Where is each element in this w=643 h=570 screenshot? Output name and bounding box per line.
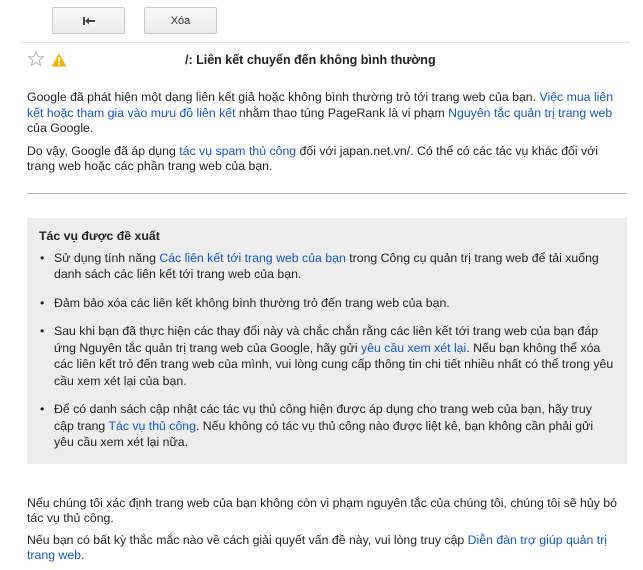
list-item: • Đảm bảo xóa các liên kết không bình th…	[39, 295, 615, 312]
footer-text-2: .	[81, 548, 85, 562]
back-arrow-icon	[82, 16, 95, 25]
list-item: • Để có danh sách cập nhật các tác vụ th…	[39, 401, 615, 451]
webmaster-guidelines-link[interactable]: Nguyên tắc quản trị trang web	[448, 106, 612, 120]
action-paragraph: Do vậy, Google đã áp dụng tác vụ spam th…	[27, 144, 627, 175]
toolbar: Xóa	[0, 0, 643, 42]
intro-text-3: của Google.	[27, 121, 94, 135]
list-item: • Sử dụng tính năng Các liên kết tới tra…	[39, 250, 615, 283]
message-body: Google đã phát hiện một dạng liên kết gi…	[27, 90, 627, 570]
item-text: Sử dụng tính năng	[54, 250, 160, 265]
bullet: •	[40, 250, 45, 265]
footer-paragraph: Nếu chúng tôi xác định trang web của bạn…	[27, 495, 617, 526]
bullet: •	[40, 295, 45, 310]
bullet: •	[40, 402, 45, 416]
recommended-actions-box: Tác vụ được đề xuất • Sử dụng tính năng …	[27, 217, 627, 464]
links-to-your-site-link[interactable]: Các liên kết tới trang web của bạn	[159, 251, 345, 265]
footer-text: Nếu bạn có bất kỳ thắc mắc nào về cách g…	[27, 532, 468, 547]
recommended-actions-title: Tác vụ được đề xuất	[39, 228, 160, 243]
recommended-actions-list: • Sử dụng tính năng Các liên kết tới tra…	[39, 250, 615, 451]
header-divider	[20, 42, 630, 43]
item-text: Đảm bảo xóa các liên kết không bình thườ…	[54, 295, 450, 310]
intro-paragraph: Google đã phát hiện một dạng liên kết gi…	[27, 90, 627, 137]
message-header: /: Liên kết chuyển đến không bình thường	[20, 45, 630, 75]
back-button[interactable]	[52, 7, 125, 34]
message-subject: /: Liên kết chuyển đến không bình thường	[185, 53, 436, 67]
intro-text: Google đã phát hiện một dạng liên kết gi…	[27, 90, 540, 104]
intro-text-2: nhằm thao túng PageRank là vi phạm	[235, 105, 449, 120]
delete-button[interactable]: Xóa	[144, 7, 217, 34]
footer-help-paragraph: Nếu bạn có bất kỳ thắc mắc nào về cách g…	[27, 533, 627, 564]
star-icon[interactable]	[27, 50, 45, 68]
manual-spam-action-link[interactable]: tác vụ spam thủ công	[179, 144, 296, 158]
action-text: Do vậy, Google đã áp dụng	[27, 143, 180, 158]
warning-icon	[51, 53, 67, 67]
reconsideration-request-link[interactable]: yêu cầu xem xét lại	[361, 341, 466, 355]
section-divider	[27, 192, 627, 194]
message-footer: Nếu chúng tôi xác định trang web của bạn…	[27, 496, 627, 564]
manual-actions-link[interactable]: Tác vụ thủ công	[108, 419, 196, 433]
bullet: •	[40, 324, 45, 338]
list-item: • Sau khi bạn đã thực hiện các thay đổi …	[39, 323, 615, 389]
